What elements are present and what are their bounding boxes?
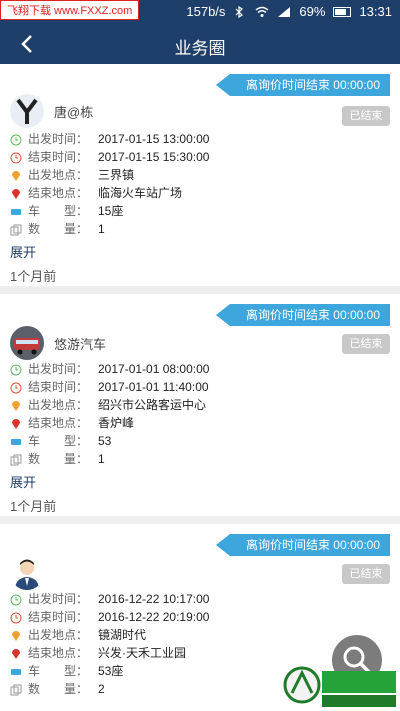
start-place: 绍兴市公路客运中心 <box>98 398 207 412</box>
end-place: 兴发·天禾工业园 <box>98 646 186 660</box>
trip-details: 出发时间： 2017-01-15 13:00:00 结束时间： 2017-01-15… <box>10 130 209 238</box>
posted-ago: 1个月前 <box>10 269 57 284</box>
bus-icon <box>10 205 22 217</box>
start-place: 三界镇 <box>98 168 135 182</box>
network-speed: 157b/s <box>186 4 226 19</box>
end-place: 临海火车站广场 <box>98 186 183 200</box>
status-bar: 飞翔下载 www.FXXZ.com 157b/s 69% 13:31 <box>0 0 400 24</box>
copy-icon <box>10 223 22 236</box>
start-place: 镜湖时代 <box>98 628 147 642</box>
expand-link[interactable]: 展开 <box>10 242 36 261</box>
car-type: 15座 <box>98 204 124 218</box>
bus-icon <box>10 435 22 447</box>
bluetooth-icon <box>233 5 247 18</box>
clock-icon <box>10 593 22 606</box>
trip-details: 出发时间： 2017-01-01 08:00:00 结束时间： 2017-01-01… <box>10 360 209 468</box>
ended-badge[interactable]: 已结束 <box>342 334 390 354</box>
start-time: 2016-12-22 10:17:00 <box>98 592 210 606</box>
ended-badge[interactable]: 已结束 <box>342 106 390 126</box>
signal-icon <box>277 6 291 18</box>
list-item[interactable]: 离询价时间结束 00:00:00 已结束 悠游汽车 出发时间： 2017-01-0… <box>0 294 400 524</box>
app-bar: 业务圈 <box>0 24 400 64</box>
location-pin-icon <box>10 647 22 659</box>
trip-details: 出发时间： 2016-12-22 10:17:00 结束时间： 2016-12-22… <box>10 590 209 698</box>
clock-icon <box>10 611 22 624</box>
bus-icon <box>10 665 22 677</box>
car-type: 53 <box>98 434 112 448</box>
user-name: 唐@栋 <box>54 104 94 120</box>
copy-icon <box>10 453 22 466</box>
clock-icon <box>10 133 22 146</box>
copy-icon <box>10 683 22 696</box>
clock-icon <box>10 363 22 376</box>
avatar <box>10 556 44 590</box>
location-pin-icon <box>10 629 22 641</box>
expand-link[interactable]: 展开 <box>10 472 36 491</box>
user-info <box>10 556 54 590</box>
end-time: 2017-01-01 11:40:00 <box>98 380 209 394</box>
avatar <box>10 326 44 360</box>
clock-icon <box>10 381 22 394</box>
avatar <box>10 94 44 128</box>
battery-percent: 69% <box>299 4 326 19</box>
battery-icon <box>333 6 352 17</box>
posted-ago: 1个月前 <box>10 499 57 514</box>
ended-badge[interactable]: 已结束 <box>342 564 390 584</box>
watermark-logo <box>280 663 400 711</box>
inquiry-timer: 离询价时间结束 00:00:00 <box>215 534 390 556</box>
wifi-icon <box>255 6 269 18</box>
watermark-badge: 飞翔下载 www.FXXZ.com <box>0 0 140 20</box>
location-pin-icon <box>10 169 22 181</box>
start-time: 2017-01-15 13:00:00 <box>98 132 210 146</box>
end-time: 2017-01-15 15:30:00 <box>98 150 210 164</box>
business-list: 离询价时间结束 00:00:00 已结束 唐@栋 出发时间： 2017-01-15… <box>0 64 400 711</box>
start-time: 2017-01-01 08:00:00 <box>98 362 210 376</box>
location-pin-icon <box>10 417 22 429</box>
quantity: 2 <box>98 682 105 696</box>
clock-icon <box>10 151 22 164</box>
quantity: 1 <box>98 222 105 236</box>
list-item[interactable]: 离询价时间结束 00:00:00 已结束 唐@栋 出发时间： 2017-01-15… <box>0 64 400 294</box>
clock: 13:31 <box>359 4 392 19</box>
quantity: 1 <box>98 452 105 466</box>
location-pin-icon <box>10 187 22 199</box>
user-info: 唐@栋 <box>10 94 93 128</box>
user-name: 悠游汽车 <box>54 336 107 352</box>
end-time: 2016-12-22 20:19:00 <box>98 610 210 624</box>
page-title: 业务圈 <box>174 39 226 58</box>
user-info: 悠游汽车 <box>10 326 106 360</box>
car-type: 53座 <box>98 664 124 678</box>
end-place: 香炉峰 <box>98 416 135 430</box>
inquiry-timer: 离询价时间结束 00:00:00 <box>215 74 390 96</box>
location-pin-icon <box>10 399 22 411</box>
inquiry-timer: 离询价时间结束 00:00:00 <box>215 304 390 326</box>
